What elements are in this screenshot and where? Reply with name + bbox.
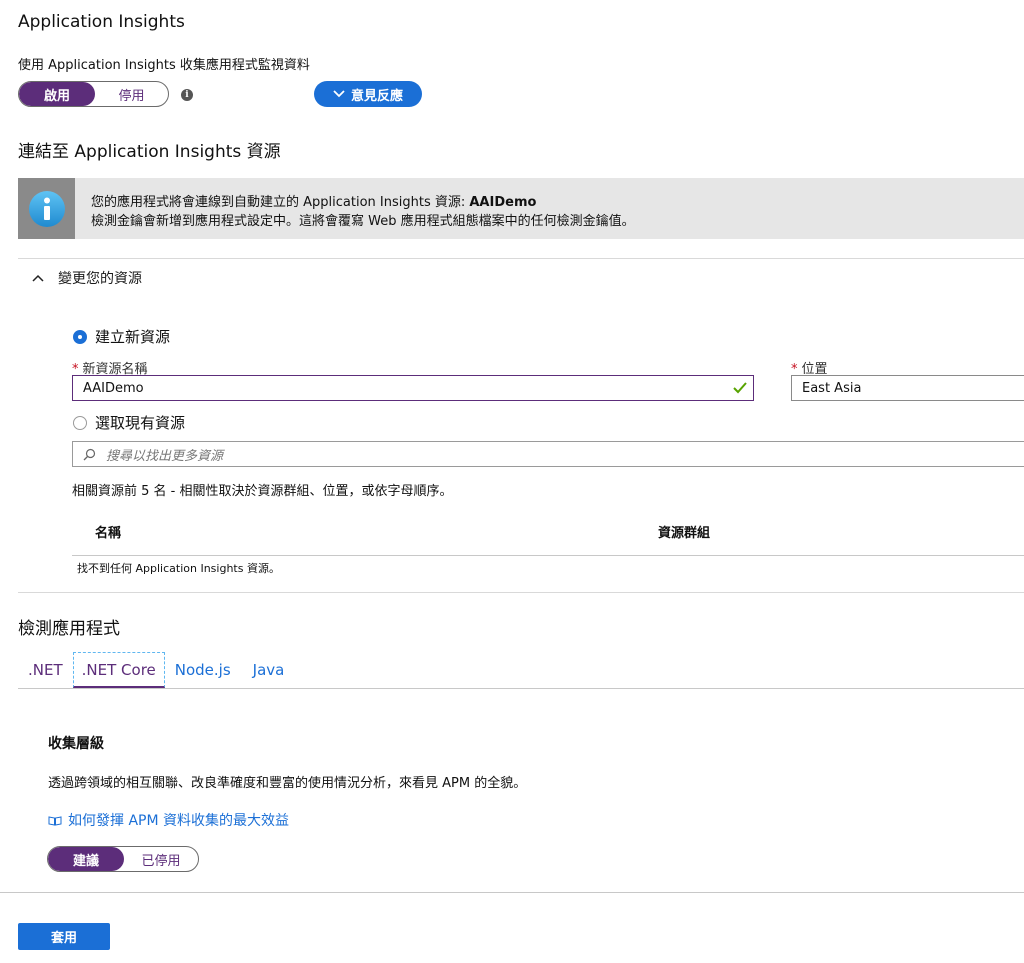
resource-search-input[interactable]: 搜尋以找出更多資源 — [72, 441, 1024, 467]
feedback-label: 意見反應 — [350, 88, 403, 104]
location-select[interactable]: East Asia — [791, 375, 1024, 401]
apm-help-link[interactable]: 如何發揮 APM 資料收集的最大效益 — [48, 810, 289, 830]
info-icon[interactable]: i — [181, 89, 193, 101]
banner-line-1-text: 您的應用程式將會連線到自動建立的 Application Insights 資源… — [91, 195, 470, 210]
related-resources-note: 相關資源前 5 名 - 相關性取決於資源群組、位置，或依字母順序。 — [72, 484, 453, 499]
divider — [18, 592, 1024, 593]
page-title: Application Insights — [18, 12, 185, 32]
book-icon — [48, 815, 62, 826]
apply-button[interactable]: 套用 — [18, 923, 110, 950]
radio-create-new-indicator[interactable] — [73, 329, 87, 344]
collection-level-title: 收集層級 — [48, 736, 104, 752]
location-value: East Asia — [802, 380, 862, 396]
tab-dotnet[interactable]: .NET — [20, 652, 71, 688]
toggle-recommended-option[interactable]: 建議 — [48, 847, 124, 871]
info-banner-icon-box — [18, 178, 75, 239]
search-placeholder: 搜尋以找出更多資源 — [106, 448, 224, 464]
column-header-resource-group: 資源群組 — [658, 526, 711, 541]
tab-nodejs[interactable]: Node.js — [167, 652, 239, 688]
table-header-divider — [72, 555, 1024, 556]
banner-line-2: 檢測金鑰會新增到應用程式設定中。這將會覆寫 Web 應用程式組態檔案中的任何檢測… — [91, 214, 635, 229]
radio-create-new[interactable]: 建立新資源 — [73, 326, 170, 347]
feedback-button[interactable]: 意見反應 — [314, 81, 422, 107]
toggle-disabled-option[interactable]: 已停用 — [124, 847, 198, 871]
apm-help-link-label: 如何發揮 APM 資料收集的最大效益 — [68, 813, 289, 829]
page-subtitle: 使用 Application Insights 收集應用程式監視資料 — [18, 58, 310, 73]
enable-toggle[interactable]: 啟用 停用 — [18, 81, 169, 107]
language-tabs: .NET .NET Core Node.js Java — [20, 652, 292, 688]
radio-select-existing[interactable]: 選取現有資源 — [73, 412, 185, 433]
divider — [18, 258, 1024, 259]
radio-select-existing-label: 選取現有資源 — [95, 414, 186, 432]
change-resource-label: 變更您的資源 — [58, 271, 142, 287]
empty-table-message: 找不到任何 Application Insights 資源。 — [77, 562, 280, 575]
toggle-disable-option[interactable]: 停用 — [95, 82, 168, 106]
radio-create-new-label: 建立新資源 — [95, 328, 171, 346]
collection-level-description: 透過跨領域的相互關聯、改良準確度和豐富的使用情況分析，來看見 APM 的全貌。 — [48, 776, 527, 791]
toggle-enable-option[interactable]: 啟用 — [19, 82, 95, 106]
resource-name-input[interactable]: AAIDemo — [72, 375, 754, 401]
resource-name-value: AAIDemo — [83, 380, 144, 396]
connect-section-title: 連結至 Application Insights 資源 — [18, 142, 281, 162]
footer-divider — [0, 892, 1024, 893]
change-resource-header[interactable]: 變更您的資源 — [32, 268, 142, 288]
collection-level-toggle[interactable]: 建議 已停用 — [47, 846, 199, 872]
chevron-down-icon — [333, 90, 345, 98]
banner-line-1: 您的應用程式將會連線到自動建立的 Application Insights 資源… — [91, 191, 536, 210]
search-icon — [83, 448, 96, 460]
chevron-up-icon — [32, 274, 44, 282]
check-icon — [733, 382, 747, 394]
tab-java[interactable]: Java — [245, 652, 293, 688]
radio-select-existing-indicator[interactable] — [73, 415, 87, 430]
banner-resource-name: AAIDemo — [469, 195, 537, 210]
tab-dotnet-core[interactable]: .NET Core — [72, 652, 165, 688]
info-circle-icon — [28, 190, 65, 227]
instrument-section-title: 檢測應用程式 — [18, 619, 120, 639]
column-header-name: 名稱 — [95, 526, 122, 541]
tabs-underline — [18, 688, 1024, 689]
info-banner: 您的應用程式將會連線到自動建立的 Application Insights 資源… — [18, 178, 1024, 239]
